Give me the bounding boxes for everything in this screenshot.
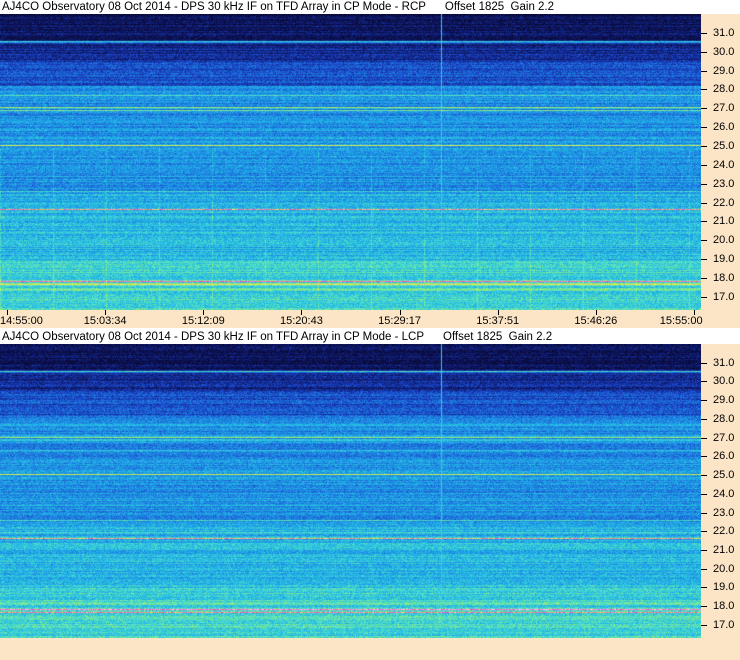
- lcp-frequency-axis: 31.0 30.0 29.0 28.0 27.0 26.0 25.0 24.0 23.0 22.0…: [701, 344, 740, 638]
- y-tick-mark: [701, 362, 707, 364]
- y-tick-mark: [701, 400, 707, 402]
- y-tick-label: 29.0: [713, 64, 735, 77]
- y-tick-label: 25.0: [713, 469, 735, 482]
- y-tick-label: 30.0: [713, 375, 735, 388]
- y-tick-label: 31.0: [713, 26, 735, 39]
- y-tick-mark: [701, 108, 707, 110]
- y-tick-mark: [701, 164, 707, 166]
- y-tick-label: 22.0: [713, 196, 735, 209]
- y-tick-mark: [701, 456, 707, 458]
- lcp-panel-title: AJ4CO Observatory 08 Oct 2014 - DPS 30 k…: [0, 330, 553, 344]
- rcp-spectrogram: [0, 14, 701, 310]
- y-tick-mark: [701, 89, 707, 91]
- rcp-panel-title: AJ4CO Observatory 08 Oct 2014 - DPS 30 k…: [0, 0, 555, 14]
- y-tick-mark: [701, 70, 707, 72]
- x-tick-label: 15:37:51: [476, 315, 520, 327]
- y-tick-label: 28.0: [713, 412, 735, 425]
- y-tick-label: 19.0: [713, 253, 735, 266]
- y-tick-label: 25.0: [713, 139, 735, 152]
- y-tick-label: 17.0: [713, 618, 735, 631]
- x-tick-label: 15:46:26: [574, 315, 618, 327]
- y-tick-label: 26.0: [713, 121, 735, 134]
- y-tick-mark: [701, 221, 707, 223]
- y-tick-mark: [701, 145, 707, 147]
- y-tick-mark: [701, 549, 707, 551]
- y-tick-mark: [701, 493, 707, 495]
- x-tick-label: 15:29:17: [378, 315, 421, 327]
- y-tick-label: 27.0: [713, 431, 735, 444]
- y-tick-mark: [701, 51, 707, 53]
- y-tick-label: 23.0: [713, 506, 735, 519]
- y-tick-mark: [701, 32, 707, 34]
- y-tick-mark: [701, 418, 707, 420]
- y-tick-label: 24.0: [713, 158, 735, 171]
- y-tick-mark: [701, 202, 707, 204]
- y-tick-label: 30.0: [713, 45, 735, 58]
- lcp-spectrogram: [0, 344, 701, 638]
- y-tick-mark: [701, 259, 707, 261]
- y-tick-label: 21.0: [713, 543, 735, 556]
- y-tick-label: 18.0: [713, 600, 735, 613]
- y-tick-label: 17.0: [713, 290, 735, 303]
- y-tick-label: 27.0: [713, 102, 735, 115]
- y-tick-mark: [701, 240, 707, 242]
- y-tick-label: 20.0: [713, 234, 735, 247]
- x-tick-label: 14:55:00: [0, 315, 43, 327]
- y-tick-mark: [701, 437, 707, 439]
- y-tick-mark: [701, 568, 707, 570]
- y-tick-label: 22.0: [713, 525, 735, 538]
- y-tick-mark: [701, 127, 707, 129]
- time-axis: 14:55:00 15:03:34 15:12:09 15:20:43 15:29:17…: [0, 310, 740, 328]
- x-tick-label: 15:12:09: [181, 315, 225, 327]
- y-tick-label: 24.0: [713, 487, 735, 500]
- x-tick-label: 15:55:00: [659, 315, 703, 327]
- y-tick-mark: [701, 531, 707, 533]
- y-tick-label: 29.0: [713, 394, 735, 407]
- rcp-frequency-axis: 31.0 30.0 29.0 28.0 27.0 26.0 25.0 24.0 23.0 22.0…: [701, 14, 740, 310]
- y-tick-mark: [701, 512, 707, 514]
- y-tick-label: 31.0: [713, 356, 735, 369]
- y-tick-mark: [701, 606, 707, 608]
- y-tick-mark: [701, 296, 707, 298]
- y-tick-mark: [701, 475, 707, 477]
- y-tick-label: 23.0: [713, 177, 735, 190]
- y-tick-label: 26.0: [713, 450, 735, 463]
- bottom-axis-strip: [0, 638, 740, 660]
- y-tick-mark: [701, 587, 707, 589]
- y-tick-label: 21.0: [713, 215, 735, 228]
- y-tick-label: 28.0: [713, 83, 735, 96]
- x-tick-label: 15:20:43: [280, 315, 323, 327]
- y-tick-mark: [701, 381, 707, 383]
- y-tick-label: 18.0: [713, 271, 735, 284]
- y-tick-label: 20.0: [713, 562, 735, 575]
- y-tick-mark: [701, 183, 707, 185]
- y-tick-label: 19.0: [713, 581, 735, 594]
- y-tick-mark: [701, 277, 707, 279]
- x-tick-label: 15:03:34: [83, 315, 127, 327]
- y-tick-mark: [701, 624, 707, 626]
